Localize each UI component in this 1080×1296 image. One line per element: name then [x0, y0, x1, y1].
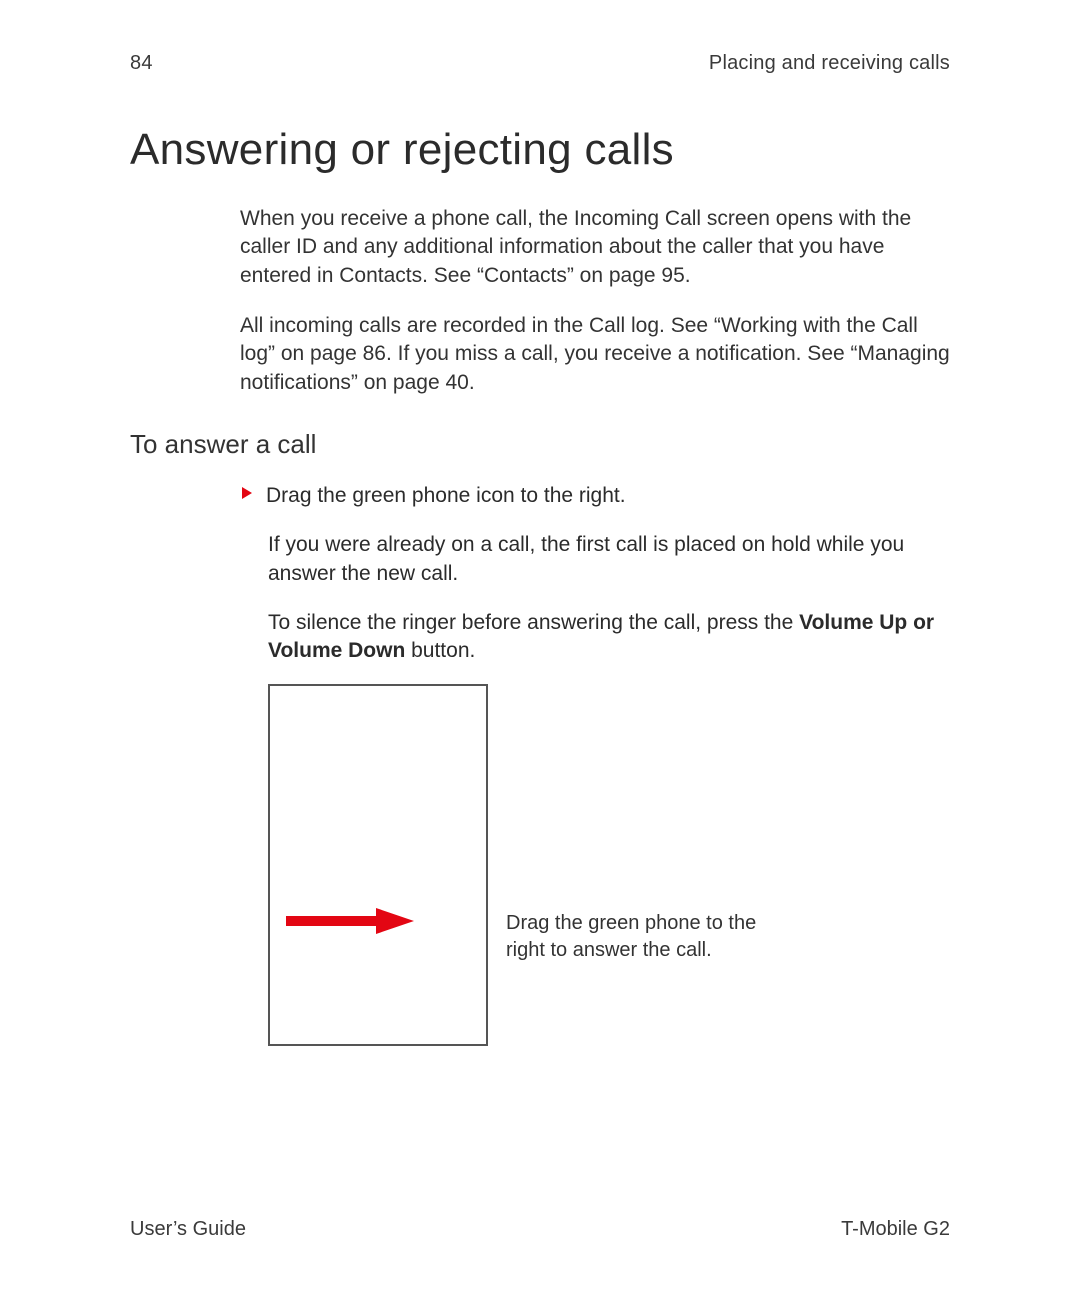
followup-2-post: button. [405, 639, 475, 662]
page-footer: User’s Guide T-Mobile G2 [130, 1218, 950, 1241]
intro-block: When you receive a phone call, the Incom… [240, 205, 950, 397]
section-name: Placing and receiving calls [709, 52, 950, 75]
page-title: Answering or rejecting calls [130, 125, 950, 175]
footer-right: T-Mobile G2 [841, 1218, 950, 1241]
step-text: Drag the green phone icon to the right. [266, 482, 626, 510]
page-header: 84 Placing and receiving calls [130, 52, 950, 75]
triangle-bullet-icon [240, 486, 254, 505]
followup-paragraph-2: To silence the ringer before answering t… [268, 609, 950, 666]
document-page: 84 Placing and receiving calls Answering… [0, 0, 1080, 1296]
intro-paragraph-1: When you receive a phone call, the Incom… [240, 205, 950, 290]
intro-paragraph-2: All incoming calls are recorded in the C… [240, 312, 950, 397]
followup-paragraph-1: If you were already on a call, the first… [268, 531, 950, 588]
followup-2-pre: To silence the ringer before answering t… [268, 611, 799, 634]
right-arrow-icon [284, 908, 414, 939]
figure-caption: Drag the green phone to the right to ans… [506, 910, 776, 964]
step-list: Drag the green phone icon to the right. [240, 482, 950, 510]
page-number: 84 [130, 52, 153, 75]
step-item: Drag the green phone icon to the right. [240, 482, 950, 510]
subheading-answer-call: To answer a call [130, 429, 950, 460]
figure-row: Drag the green phone to the right to ans… [268, 684, 950, 1046]
footer-left: User’s Guide [130, 1218, 246, 1241]
phone-screenshot-placeholder [268, 684, 488, 1046]
